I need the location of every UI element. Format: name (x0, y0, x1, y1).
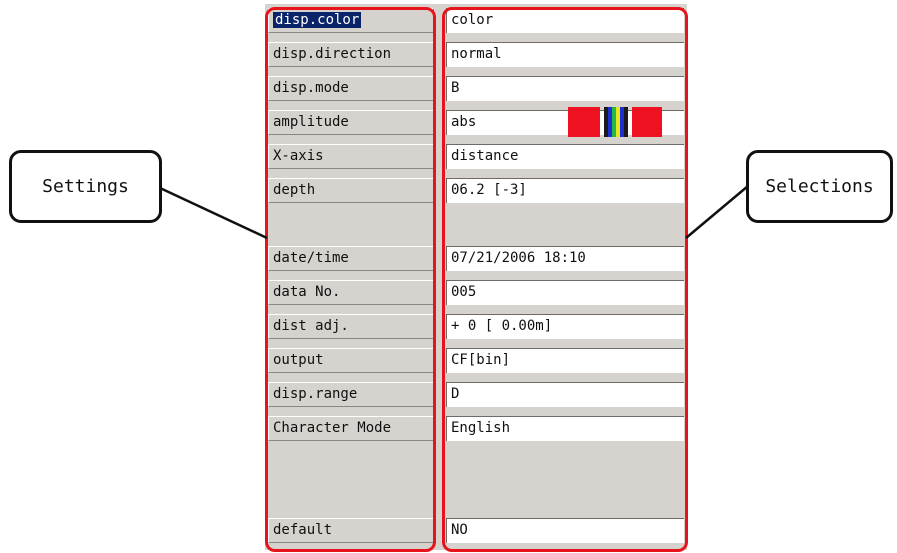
callout-leader-lines (159, 185, 749, 240)
selections-callout: Selections (746, 150, 893, 223)
selections-callout-text: Selections (765, 176, 874, 197)
settings-callout-text: Settings (42, 176, 129, 197)
settings-callout: Settings (9, 150, 162, 223)
selections-leader-line (685, 185, 749, 239)
settings-leader-line (159, 186, 268, 240)
